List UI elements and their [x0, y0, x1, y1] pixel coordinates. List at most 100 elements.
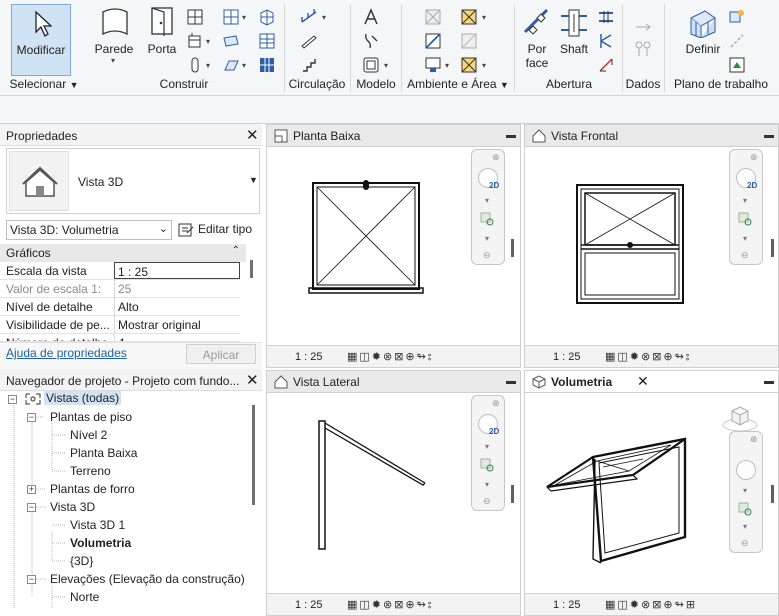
property-value[interactable]: Mostrar original: [114, 316, 240, 333]
nav-dropdown-icon[interactable]: ▾: [485, 442, 489, 451]
navigation-bar[interactable]: ⊗ 2D ▾ ▾ ⊖: [729, 149, 763, 265]
viewport-menu-icon[interactable]: ▬: [506, 376, 516, 387]
viewport-scrollbar[interactable]: [771, 485, 774, 503]
tree-item[interactable]: Vistas (todas): [44, 391, 122, 405]
room-area-dropdown-icon[interactable]: ▼: [500, 80, 509, 90]
nav-options-icon[interactable]: ⊖: [741, 538, 749, 549]
properties-close-icon[interactable]: ✕: [246, 128, 259, 143]
viewport-title-bar[interactable]: Planta Baixa ▬: [267, 125, 520, 147]
curtain-grid-icon[interactable]: [258, 32, 276, 50]
ceiling-icon[interactable]: [222, 32, 240, 50]
zoom-dropdown-icon[interactable]: ▾: [743, 234, 747, 243]
nav-close-icon[interactable]: ⊗: [750, 434, 758, 445]
expand-toggle[interactable]: +: [27, 485, 36, 494]
graphics-category[interactable]: Gráficos ⌃: [0, 244, 246, 262]
steering-wheel-icon[interactable]: 2D: [478, 414, 499, 436]
viewport-close-icon[interactable]: ✕: [637, 374, 649, 389]
apply-button[interactable]: Aplicar: [186, 344, 256, 364]
nav-close-icon[interactable]: ⊗: [492, 152, 500, 163]
collapse-toggle[interactable]: −: [27, 413, 36, 422]
viewport-menu-icon[interactable]: ▬: [506, 130, 516, 141]
nav-dropdown-icon[interactable]: ▾: [743, 196, 747, 205]
tree-item[interactable]: Plantas de piso: [50, 410, 132, 424]
tree-item[interactable]: Elevações (Elevação da construção): [50, 572, 245, 586]
property-value[interactable]: 4: [114, 334, 240, 341]
tag-area-icon[interactable]: [460, 56, 478, 74]
viewport-side-elevation[interactable]: Vista Lateral ▬ ⊗ 2D ▾ ▾ ⊖ 1 : 25 ▦◫✹⊗⊠⊕…: [266, 370, 521, 616]
ref-plane-icon[interactable]: [728, 32, 746, 50]
navigation-bar[interactable]: ⊗ 2D ▾ ▾ ⊖: [471, 395, 505, 511]
viewport-scrollbar[interactable]: [511, 485, 514, 503]
view-scale[interactable]: 1 : 25: [295, 599, 323, 611]
area-boundary-icon[interactable]: [460, 32, 478, 50]
view-scale[interactable]: 1 : 25: [553, 351, 581, 363]
property-row[interactable]: Nível de detalhe Alto: [0, 298, 240, 316]
model-line-icon[interactable]: [362, 32, 380, 50]
dormer-icon[interactable]: [597, 56, 615, 74]
model-group-dropdown-icon[interactable]: ▾: [384, 61, 388, 70]
ramp-icon[interactable]: [300, 32, 318, 50]
vertical-opening-icon[interactable]: [597, 32, 615, 50]
tree-item[interactable]: Plantas de forro: [50, 482, 135, 496]
navigation-bar[interactable]: ⊗ ▾ ▾ ⊖: [729, 431, 763, 553]
by-face-button[interactable]: Por face: [519, 4, 555, 74]
nav-dropdown-icon[interactable]: ▾: [485, 196, 489, 205]
viewport-scrollbar[interactable]: [511, 239, 514, 257]
view-control-icons[interactable]: ▦◫✹⊗⊠⊕↬⦂: [605, 350, 691, 364]
tree-item[interactable]: Vista 3D: [50, 500, 95, 514]
zoom-icon[interactable]: [738, 502, 754, 521]
zoom-dropdown-icon[interactable]: ▾: [485, 480, 489, 489]
floor-dropdown-icon[interactable]: ▾: [242, 61, 246, 70]
railing-icon[interactable]: [300, 8, 318, 26]
viewport-front-elevation[interactable]: Vista Frontal ▬ ⊗ 2D ▾ ▾ ⊖ 1 : 25 ▦◫✹⊗⊠⊕…: [524, 124, 779, 368]
viewport-menu-icon[interactable]: ▬: [764, 130, 774, 141]
nav-close-icon[interactable]: ⊗: [750, 152, 758, 163]
nav-dropdown-icon[interactable]: ▾: [743, 486, 747, 495]
viewport-title-bar[interactable]: Vista Frontal ▬: [525, 125, 778, 147]
nav-options-icon[interactable]: ⊖: [483, 496, 491, 507]
navigation-bar[interactable]: ⊗ 2D ▾ ▾ ⊖: [471, 149, 505, 265]
room-icon[interactable]: [424, 8, 442, 26]
steering-wheel-icon[interactable]: 2D: [736, 168, 757, 190]
edit-type-button[interactable]: Editar tipo: [176, 220, 260, 240]
area-dropdown-icon[interactable]: ▾: [482, 13, 486, 22]
collapse-toggle[interactable]: −: [8, 395, 17, 404]
wall-button[interactable]: Parede ▾: [92, 4, 136, 72]
tag-area-dropdown-icon[interactable]: ▾: [482, 61, 486, 70]
viewport-floor-plan[interactable]: Planta Baixa ▬ ⊗ 2D ▾ ▾ ⊖ 1 : 25 ▦◫✹⊗⊠⊕↬…: [266, 124, 521, 368]
tag-room-dropdown-icon[interactable]: ▾: [445, 61, 449, 70]
roof-icon[interactable]: [222, 8, 240, 26]
viewport-3d[interactable]: Volumetria ✕ ▬ ⊗ ▾ ▾ ⊖ 1 : 25 ▦◫✹⊗⊠⊕↬⊞: [524, 370, 779, 616]
view-control-icons[interactable]: ▦◫✹⊗⊠⊕↬⦂: [347, 598, 433, 612]
property-value[interactable]: Alto: [114, 298, 240, 315]
show-workplane-icon[interactable]: [728, 8, 746, 26]
tag-room-icon[interactable]: [424, 56, 442, 74]
tree-item[interactable]: {3D}: [70, 554, 93, 568]
zoom-icon[interactable]: [480, 212, 496, 231]
instance-filter-select[interactable]: Vista 3D: Volumetria ⌄: [6, 220, 172, 240]
type-dropdown-icon[interactable]: ▼: [249, 175, 258, 185]
roof-dropdown-icon[interactable]: ▾: [242, 13, 246, 22]
view-scale-field[interactable]: 1 : 25: [114, 262, 240, 279]
viewport-title-bar[interactable]: Volumetria ✕ ▬: [525, 371, 778, 393]
model-text-icon[interactable]: [362, 8, 380, 26]
property-row[interactable]: Visibilidade de pe... Mostrar original: [0, 316, 240, 334]
wall-dropdown-icon[interactable]: ▾: [111, 56, 115, 65]
browser-scrollbar[interactable]: [252, 405, 255, 505]
model-group-icon[interactable]: [362, 56, 380, 74]
viewport-scrollbar[interactable]: [771, 239, 774, 257]
room-separator-icon[interactable]: [424, 32, 442, 50]
railing-dropdown-icon[interactable]: ▾: [322, 13, 326, 22]
view-control-icons[interactable]: ▦◫✹⊗⊠⊕↬⦂: [347, 350, 433, 364]
nav-close-icon[interactable]: ⊗: [492, 398, 500, 409]
tree-item[interactable]: Nível 2: [70, 428, 107, 442]
select-dropdown-icon[interactable]: ▼: [70, 80, 79, 90]
viewer-icon[interactable]: [728, 56, 746, 74]
area-icon[interactable]: [460, 8, 478, 26]
view-scale[interactable]: 1 : 25: [553, 599, 581, 611]
type-selector[interactable]: Vista 3D ▼: [6, 148, 260, 214]
component-icon[interactable]: [186, 32, 204, 50]
tree-item[interactable]: Vista 3D 1: [70, 518, 125, 532]
steering-wheel-icon[interactable]: [736, 460, 756, 480]
nav-options-icon[interactable]: ⊖: [741, 250, 749, 261]
